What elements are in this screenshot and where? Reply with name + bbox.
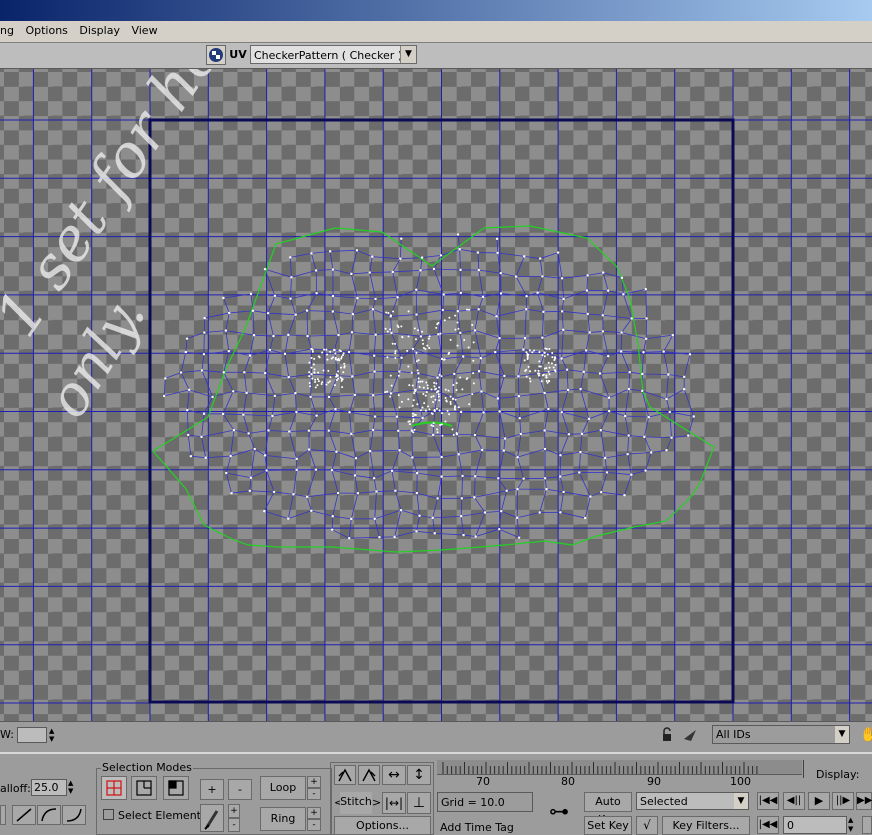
chevron-down-icon[interactable]: ▼ xyxy=(734,793,748,809)
display-label: Display: xyxy=(816,768,859,781)
key-mode-dropdown[interactable]: Selected ▼ xyxy=(636,792,749,810)
grid-status-field: Grid = 10.0 xyxy=(437,792,533,812)
timeline-tick-100: 100 xyxy=(730,775,751,788)
grow-selection-button[interactable]: + xyxy=(200,779,224,800)
key-icon[interactable]: ⊶ xyxy=(537,792,581,832)
current-frame-field[interactable]: 0 xyxy=(783,816,847,834)
w-label: W: xyxy=(0,728,14,741)
add-time-tag-field[interactable]: Add Time Tag xyxy=(437,818,533,835)
rotate-ccw-button[interactable] xyxy=(334,765,356,785)
go-to-end-icon[interactable]: ▶▶ xyxy=(856,792,872,810)
face-mode-button[interactable] xyxy=(163,776,189,800)
play-icon[interactable]: ▶ xyxy=(808,792,830,810)
falloff-scurve-button[interactable] xyxy=(62,805,86,825)
menu-item-editing[interactable]: ng xyxy=(0,21,18,37)
stitch-options-button[interactable]: Options... xyxy=(334,816,431,835)
flip-horizontal-button[interactable]: |↔| xyxy=(382,792,406,814)
timeline-ruler[interactable] xyxy=(437,760,802,775)
key-filters-button[interactable]: Key Filters... xyxy=(662,816,750,835)
auto-key-button[interactable]: Auto Key xyxy=(584,792,632,812)
uv-channel-button[interactable]: UV xyxy=(228,45,248,65)
stitch-right-arrow[interactable]: > xyxy=(372,796,381,809)
paint-grow-button[interactable]: + xyxy=(228,804,240,818)
texture-map-dropdown[interactable]: CheckerPattern ( Checker ) ▼ xyxy=(250,45,417,64)
timeline-tick-70: 70 xyxy=(476,775,490,788)
ring-shrink-button[interactable]: - xyxy=(307,819,321,831)
id-filter-value: All IDs xyxy=(716,728,751,741)
paint-select-button[interactable] xyxy=(200,804,224,832)
key-mode-toggle-icon[interactable]: |◀◀ xyxy=(757,816,779,834)
add-time-tag-label: Add Time Tag xyxy=(440,821,514,834)
uv-toolbar: UV CheckerPattern ( Checker ) ▼ xyxy=(0,43,872,69)
uv-edit-viewport[interactable]: 1 set for head only. xyxy=(0,69,872,721)
select-element-label: Select Element xyxy=(118,809,201,822)
timeline-tick-90: 90 xyxy=(647,775,661,788)
pan-hand-icon[interactable]: ✋ xyxy=(860,727,872,743)
previous-frame-icon[interactable]: ◀|| xyxy=(783,792,805,810)
paint-select-icon[interactable] xyxy=(682,727,698,743)
loop-button[interactable]: Loop xyxy=(260,776,306,800)
set-key-button[interactable]: Set Key xyxy=(584,816,632,835)
key-mode-value: Selected xyxy=(640,795,688,808)
edge-mode-button[interactable] xyxy=(131,776,157,800)
selection-modes-label: Selection Modes xyxy=(101,761,193,774)
next-frame-icon[interactable]: ||▶ xyxy=(832,792,854,810)
texture-map-value: CheckerPattern ( Checker ) xyxy=(254,49,402,62)
falloff-linear-button[interactable] xyxy=(0,805,6,825)
timeline-tick-80: 80 xyxy=(561,775,575,788)
mirror-vertical-button[interactable]: ↕ xyxy=(407,765,431,785)
go-to-start-icon[interactable]: |◀◀ xyxy=(757,792,779,810)
bottom-panel: alloff: 25.0 ▲▼ Selection Modes Select E… xyxy=(0,752,872,835)
checker-map-icon[interactable] xyxy=(206,45,226,65)
falloff-curve-button[interactable] xyxy=(37,805,61,825)
ring-button[interactable]: Ring xyxy=(260,807,306,831)
paint-shrink-button[interactable]: - xyxy=(228,818,240,832)
stitch-button[interactable]: Stitch xyxy=(340,792,372,814)
falloff-value: 25.0 xyxy=(34,781,59,794)
loop-grow-button[interactable]: + xyxy=(307,776,321,788)
chevron-down-icon[interactable]: ▼ xyxy=(835,726,849,743)
key-tangent-button[interactable]: √ xyxy=(636,816,658,835)
grid-status-text: Grid = 10.0 xyxy=(441,796,505,809)
falloff-line-button[interactable] xyxy=(12,805,36,825)
viewport-status-bar: W: ▲▼ All IDs ▼ ✋ xyxy=(0,721,872,752)
mirror-horizontal-button[interactable]: ↔ xyxy=(382,765,406,785)
lock-icon[interactable] xyxy=(660,727,674,743)
loop-shrink-button[interactable]: - xyxy=(307,788,321,800)
menu-item-display[interactable]: Display xyxy=(75,21,124,37)
falloff-label: alloff: xyxy=(0,782,31,795)
id-filter-dropdown[interactable]: All IDs ▼ xyxy=(712,725,850,744)
rotate-cw-button[interactable] xyxy=(358,765,380,785)
ring-grow-button[interactable]: + xyxy=(307,807,321,819)
chevron-down-icon[interactable]: ▼ xyxy=(400,46,416,63)
title-bar xyxy=(0,0,872,21)
display-divider xyxy=(803,760,804,778)
current-frame-value: 0 xyxy=(787,819,794,832)
menu-item-view[interactable]: View xyxy=(127,21,161,37)
flip-vertical-button[interactable]: ⊥ xyxy=(407,792,431,814)
w-spinner-arrows[interactable]: ▲▼ xyxy=(49,727,58,743)
w-spinner-field[interactable] xyxy=(17,727,47,743)
falloff-spinner-arrows[interactable]: ▲▼ xyxy=(68,779,77,796)
frame-spinner-arrows[interactable]: ▲▼ xyxy=(848,816,857,834)
falloff-field[interactable]: 25.0 xyxy=(31,779,67,796)
shrink-selection-button[interactable]: - xyxy=(228,779,252,800)
vertex-mode-button[interactable] xyxy=(101,776,127,800)
menu-bar: ng Options Display View xyxy=(0,21,872,43)
menu-item-options[interactable]: Options xyxy=(21,21,71,37)
time-config-button[interactable] xyxy=(862,816,872,834)
select-element-checkbox[interactable] xyxy=(103,809,114,820)
